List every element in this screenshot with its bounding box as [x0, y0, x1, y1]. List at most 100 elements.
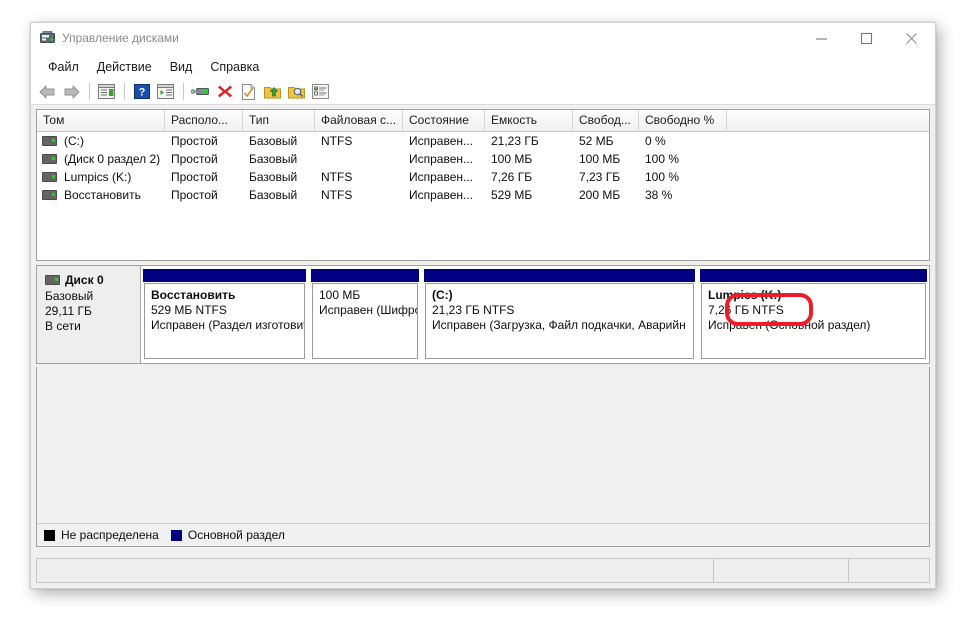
volume-free: 7,23 ГБ	[579, 170, 621, 184]
partition-size: 21,23 ГБ NTFS	[432, 303, 515, 317]
volume-name-cell: Восстановить	[37, 188, 165, 202]
partition-status: Исправен (Шифров	[319, 303, 418, 317]
partition-strip: Восстановить 529 МБ NTFS Исправен (Разде…	[141, 266, 929, 363]
back-icon[interactable]	[36, 81, 59, 103]
volume-type: Базовый	[249, 152, 298, 166]
disk-size: 29,11 ГБ	[45, 304, 92, 318]
volume-icon	[42, 136, 57, 146]
volume-free-percent: 100 %	[645, 152, 680, 166]
close-button[interactable]	[889, 23, 934, 53]
menu-help[interactable]: Справка	[201, 57, 268, 77]
partition-name: Восстановить	[151, 288, 236, 302]
volume-capacity: 529 МБ	[491, 188, 533, 202]
volume-free: 100 МБ	[579, 152, 621, 166]
volume-status: Исправен...	[409, 134, 474, 148]
volume-capacity: 21,23 ГБ	[491, 134, 539, 148]
client-area: Том Располо... Тип Файловая с... Состоян…	[32, 105, 934, 587]
volume-type: Базовый	[249, 188, 298, 202]
partition-color-bar	[424, 269, 695, 282]
disk-info-block[interactable]: Диск 0 Базовый 29,11 ГБ В сети	[37, 266, 141, 363]
volume-name: Lumpics (K:)	[64, 170, 132, 184]
disk-title: Диск 0	[65, 273, 104, 287]
menu-view[interactable]: Вид	[161, 57, 202, 77]
partition-details: Lumpics (K:) 7,26 ГБ NTFS Исправен (Осно…	[701, 283, 926, 359]
partition-size: 529 МБ NTFS	[151, 303, 227, 317]
properties-icon[interactable]	[237, 81, 260, 103]
menu-action[interactable]: Действие	[88, 57, 161, 77]
partition-size: 100 МБ	[319, 288, 361, 302]
rescan-disks-icon[interactable]	[189, 81, 212, 103]
column-header-free[interactable]: Свобод...	[573, 110, 639, 131]
column-header-capacity[interactable]: Емкость	[485, 110, 573, 131]
disk-title-row: Диск 0	[45, 273, 140, 287]
partition-color-bar	[700, 269, 927, 282]
separator	[183, 83, 184, 100]
volume-list-panel: Том Располо... Тип Файловая с... Состоян…	[36, 109, 930, 261]
volume-layout: Простой	[171, 152, 218, 166]
partition-details: 100 МБ Исправен (Шифров	[312, 283, 418, 359]
partition-efi[interactable]: 100 МБ Исправен (Шифров	[309, 266, 422, 363]
volume-icon	[42, 172, 57, 182]
partition-details: (C:) 21,23 ГБ NTFS Исправен (Загрузка, Ф…	[425, 283, 694, 359]
volume-free-percent: 38 %	[645, 188, 673, 202]
volume-filesystem: NTFS	[321, 170, 353, 184]
title-bar: Управление дисками	[31, 23, 935, 54]
search-folder-icon[interactable]	[285, 81, 308, 103]
export-list-icon[interactable]	[261, 81, 284, 103]
show-hide-action-pane-icon[interactable]	[154, 81, 177, 103]
minimize-button[interactable]	[799, 23, 844, 53]
window-title: Управление дисками	[62, 31, 179, 45]
forward-icon[interactable]	[60, 81, 83, 103]
volume-filesystem: NTFS	[321, 134, 353, 148]
separator	[124, 83, 125, 100]
partition-recovery[interactable]: Восстановить 529 МБ NTFS Исправен (Разде…	[141, 266, 309, 363]
partition-details: Восстановить 529 МБ NTFS Исправен (Разде…	[144, 283, 305, 359]
disk-management-icon	[40, 31, 55, 45]
volume-layout: Простой	[171, 188, 218, 202]
column-header-layout[interactable]: Располо...	[165, 110, 243, 131]
legend: Не распределена Основной раздел	[37, 523, 929, 546]
column-header-filler	[727, 110, 929, 131]
delete-icon[interactable]	[213, 81, 236, 103]
menu-file[interactable]: Файл	[39, 57, 88, 77]
volume-free-percent: 0 %	[645, 134, 666, 148]
table-row[interactable]: (C:) Простой Базовый NTFS Исправен... 21…	[37, 132, 929, 150]
volume-status: Исправен...	[409, 152, 474, 166]
help-icon[interactable]: ?	[130, 81, 153, 103]
legend-label-primary: Основной раздел	[187, 528, 285, 542]
column-header-status[interactable]: Состояние	[403, 110, 485, 131]
volume-status: Исправен...	[409, 188, 474, 202]
volume-name: Восстановить	[64, 188, 141, 202]
volume-name-cell: (Диск 0 раздел 2)	[37, 152, 165, 166]
column-header-volume[interactable]: Том	[37, 110, 165, 131]
detail-view-icon[interactable]	[309, 81, 332, 103]
volume-filesystem: NTFS	[321, 188, 353, 202]
column-header-free-percent[interactable]: Свободно %	[639, 110, 727, 131]
separator	[89, 83, 90, 100]
legend-swatch-primary	[170, 529, 182, 541]
volume-status: Исправен...	[409, 170, 474, 184]
volume-list-rows: (C:) Простой Базовый NTFS Исправен... 21…	[37, 132, 929, 204]
column-header-type[interactable]: Тип	[243, 110, 315, 131]
column-header-filesystem[interactable]: Файловая с...	[315, 110, 403, 131]
table-row[interactable]: (Диск 0 раздел 2) Простой Базовый Исправ…	[37, 150, 929, 168]
volume-name-cell: Lumpics (K:)	[37, 170, 165, 184]
svg-text:?: ?	[138, 87, 145, 99]
volume-free: 52 МБ	[579, 134, 614, 148]
show-hide-console-tree-icon[interactable]	[95, 81, 118, 103]
disk-graphical-view: Диск 0 Базовый 29,11 ГБ В сети Восстанов…	[36, 265, 930, 364]
partition-lumpics[interactable]: Lumpics (K:) 7,26 ГБ NTFS Исправен (Осно…	[698, 266, 929, 363]
maximize-button[interactable]	[844, 23, 889, 53]
legend-label-unallocated: Не распределена	[61, 528, 159, 542]
partition-status: Исправен (Загрузка, Файл подкачки, Авари…	[432, 318, 686, 332]
volume-free-percent: 100 %	[645, 170, 680, 184]
volume-icon	[42, 190, 57, 200]
partition-status: Исправен (Раздел изготовит	[151, 318, 305, 332]
partition-c[interactable]: (C:) 21,23 ГБ NTFS Исправен (Загрузка, Ф…	[422, 266, 698, 363]
partition-name: Lumpics (K:)	[708, 288, 782, 302]
table-row[interactable]: Восстановить Простой Базовый NTFS Исправ…	[37, 186, 929, 204]
menu-bar: Файл Действие Вид Справка	[31, 54, 935, 79]
toolbar: ?	[31, 79, 935, 105]
disk-view-empty-area: Не распределена Основной раздел	[36, 367, 930, 547]
table-row[interactable]: Lumpics (K:) Простой Базовый NTFS Исправ…	[37, 168, 929, 186]
